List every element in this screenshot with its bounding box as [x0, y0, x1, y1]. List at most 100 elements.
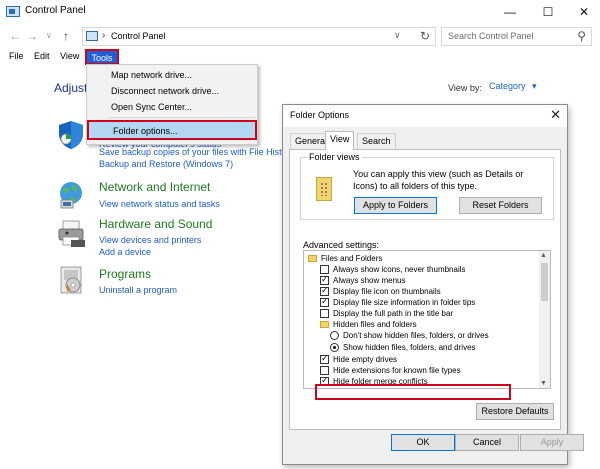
checkbox-checked[interactable] — [320, 296, 329, 307]
option-display-file-size[interactable]: Display file size information in folder … — [304, 296, 539, 308]
tree-folder-files-and-folders: Files and Folders — [304, 253, 539, 264]
close-button[interactable]: ✕ — [566, 0, 600, 24]
address-dropdown-icon[interactable]: ∨ — [394, 30, 401, 41]
scroll-up-arrow-icon[interactable]: ▲ — [540, 252, 547, 259]
option-show-hidden[interactable]: Show hidden files, folders, and drives — [304, 342, 539, 353]
cancel-button[interactable]: Cancel — [455, 434, 519, 451]
tree-label: Display file size information in folder … — [333, 298, 476, 307]
search-placeholder: Search Control Panel — [448, 31, 534, 41]
option-hide-extensions[interactable]: Hide extensions for known file types — [304, 365, 539, 376]
menu-separator — [109, 117, 255, 118]
control-panel-icon — [6, 6, 20, 17]
address-bar[interactable]: › Control Panel ∨ ↻ — [82, 27, 436, 46]
folder-views-legend: Folder views — [307, 152, 362, 162]
dropdown-arrow-icon: ▾ — [532, 81, 537, 91]
menu-file[interactable]: File — [9, 51, 24, 61]
menu-item-disconnect-network-drive[interactable]: Disconnect network drive... — [111, 86, 219, 96]
reset-folders-button[interactable]: Reset Folders — [459, 197, 542, 214]
menu-item-folder-options[interactable]: Folder options... — [87, 120, 257, 140]
link-network-status[interactable]: View network status and tasks — [99, 199, 220, 209]
folder-views-icon — [316, 177, 332, 201]
ok-button[interactable]: OK — [391, 434, 455, 451]
menu-item-open-sync-center[interactable]: Open Sync Center... — [111, 102, 192, 112]
option-dont-show-hidden[interactable]: Don't show hidden files, folders, or dri… — [304, 330, 539, 341]
forward-arrow-icon[interactable]: → — [26, 29, 38, 43]
tree-label: Always show icons, never thumbnails — [333, 265, 466, 274]
checkbox-checked[interactable] — [320, 285, 329, 296]
scroll-down-arrow-icon[interactable]: ▼ — [540, 380, 547, 387]
radio-selected[interactable] — [330, 343, 339, 352]
checkbox-unchecked[interactable] — [320, 265, 329, 274]
link-devices-printers[interactable]: View devices and printers — [99, 235, 201, 245]
title-bar: Control Panel — ☐ ✕ — [0, 0, 600, 24]
advanced-settings-tree[interactable]: Files and Folders Always show icons, nev… — [303, 250, 551, 389]
link-uninstall-program[interactable]: Uninstall a program — [99, 285, 177, 295]
minimize-button[interactable]: — — [492, 0, 528, 24]
search-icon[interactable]: ⚲ — [577, 29, 586, 43]
folder-views-description: You can apply this view (such as Details… — [353, 169, 524, 191]
folder-options-label: Folder options... — [113, 126, 178, 136]
option-display-file-icon[interactable]: Display file icon on thumbnails — [304, 285, 539, 297]
view-by-value: Category — [489, 81, 526, 91]
folder-icon — [320, 321, 329, 328]
shield-icon — [57, 120, 85, 149]
tree-folder-hidden-files: Hidden files and folders — [304, 319, 539, 330]
up-arrow-icon[interactable]: ↑ — [63, 29, 69, 43]
breadcrumb-control-panel[interactable]: Control Panel — [111, 31, 166, 41]
dialog-title: Folder Options — [290, 110, 350, 120]
radio-unselected[interactable] — [330, 331, 339, 340]
tree-label: Hide empty drives — [333, 355, 398, 364]
show-hidden-highlight — [315, 384, 511, 400]
tab-search[interactable]: Search — [357, 133, 396, 149]
option-hide-empty-drives[interactable]: Hide empty drives — [304, 353, 539, 365]
option-always-show-menus[interactable]: Always show menus — [304, 274, 539, 286]
tree-label: Display the full path in the title bar — [333, 309, 454, 318]
checkbox-unchecked[interactable] — [320, 366, 329, 375]
maximize-button[interactable]: ☐ — [530, 0, 566, 24]
option-always-show-icons[interactable]: Always show icons, never thumbnails — [304, 264, 539, 275]
breadcrumb-separator-icon: › — [102, 30, 106, 41]
back-arrow-icon[interactable]: ← — [9, 29, 21, 43]
tree-label: Display file icon on thumbnails — [333, 287, 441, 296]
view-by-label: View by: — [448, 83, 482, 93]
tree-label: Hide extensions for known file types — [333, 366, 461, 375]
tree-label: Files and Folders — [321, 254, 383, 263]
control-panel-small-icon — [86, 31, 98, 41]
menu-edit[interactable]: Edit — [34, 51, 50, 61]
recent-locations-chevron-icon[interactable]: ∨ — [46, 31, 52, 40]
folder-icon — [308, 255, 317, 262]
checkbox-unchecked[interactable] — [320, 309, 329, 318]
view-tab-panel: Folder views You can apply this view (su… — [289, 149, 561, 430]
tab-view[interactable]: View — [325, 131, 355, 150]
option-display-full-path[interactable]: Display the full path in the title bar — [304, 308, 539, 319]
menu-tools[interactable]: Tools — [85, 49, 119, 65]
checkbox-checked[interactable] — [320, 274, 329, 285]
advanced-settings-label: Advanced settings: — [303, 240, 380, 250]
dialog-title-bar: Folder Options ✕ — [283, 105, 567, 127]
category-hardware-title[interactable]: Hardware and Sound — [99, 217, 212, 231]
tools-dropdown-menu: Map network drive... Disconnect network … — [86, 64, 258, 145]
page-heading: Adjust — [54, 81, 88, 95]
tree-label: Show hidden files, folders, and drives — [343, 343, 476, 352]
link-add-device[interactable]: Add a device — [99, 247, 151, 257]
apply-button[interactable]: Apply — [520, 434, 584, 451]
apply-to-folders-button[interactable]: Apply to Folders — [354, 197, 437, 214]
tree-label: Don't show hidden files, folders, or dri… — [343, 331, 489, 340]
search-input[interactable]: Search Control Panel ⚲ — [441, 27, 592, 46]
category-network-title[interactable]: Network and Internet — [99, 180, 210, 194]
restore-defaults-button[interactable]: Restore Defaults — [476, 403, 554, 420]
scrollbar-thumb[interactable] — [541, 263, 548, 301]
refresh-icon[interactable]: ↻ — [420, 29, 430, 43]
network-globe-icon — [57, 180, 85, 209]
window-title: Control Panel — [25, 5, 86, 16]
menu-item-map-network-drive[interactable]: Map network drive... — [111, 70, 192, 80]
folder-options-dialog: Folder Options ✕ General View Search Fol… — [282, 104, 584, 465]
vertical-scrollbar[interactable]: ▲ ▼ — [539, 251, 550, 388]
menu-view[interactable]: View — [60, 51, 79, 61]
category-programs-title[interactable]: Programs — [99, 267, 151, 281]
link-backup-restore[interactable]: Backup and Restore (Windows 7) — [99, 159, 233, 169]
dialog-close-icon[interactable]: ✕ — [550, 107, 561, 123]
link-file-history[interactable]: Save backup copies of your files with Fi… — [99, 147, 287, 157]
checkbox-checked[interactable] — [320, 353, 329, 364]
view-by-dropdown[interactable]: Category ▾ — [489, 81, 547, 95]
